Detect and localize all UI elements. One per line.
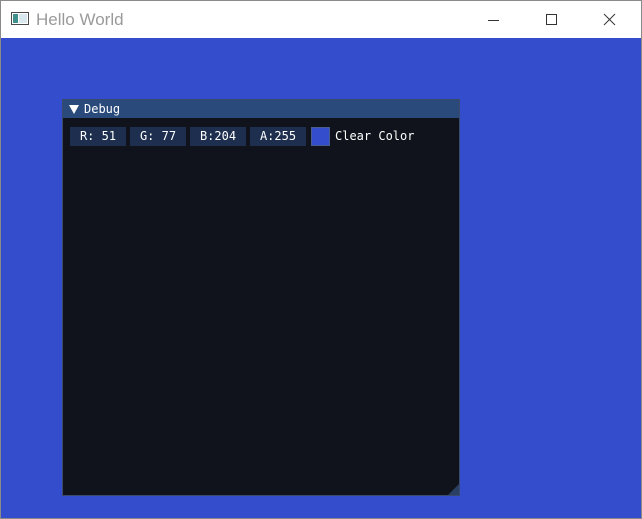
debug-window-title: Debug [84,102,121,116]
alpha-channel-drag[interactable]: A:255 [250,127,306,146]
blue-channel-drag[interactable]: B:204 [190,127,246,146]
maximize-button[interactable] [523,1,581,38]
render-viewport[interactable]: Debug R: 51 G: 77 B:204 A:255 Clear Colo… [1,38,641,518]
red-channel-drag[interactable]: R: 51 [70,127,126,146]
clear-color-swatch[interactable] [311,127,330,146]
minimize-icon [488,20,499,21]
minimize-button[interactable] [465,1,523,38]
debug-window[interactable]: Debug R: 51 G: 77 B:204 A:255 Clear Colo… [62,99,460,496]
close-icon [603,13,616,26]
window-app-icon [11,12,29,25]
triangle-down-icon[interactable] [69,105,79,114]
app-window: Hello World Debug R: 51 G: 77 B:204 A:25… [0,0,642,519]
close-button[interactable] [581,1,639,38]
window-titlebar[interactable]: Hello World [1,1,641,38]
resize-grip[interactable] [448,484,459,495]
window-title: Hello World [36,10,124,29]
maximize-icon [546,14,557,25]
green-channel-drag[interactable]: G: 77 [130,127,186,146]
debug-window-titlebar[interactable]: Debug [63,100,459,118]
clear-color-label: Clear Color [335,129,415,143]
